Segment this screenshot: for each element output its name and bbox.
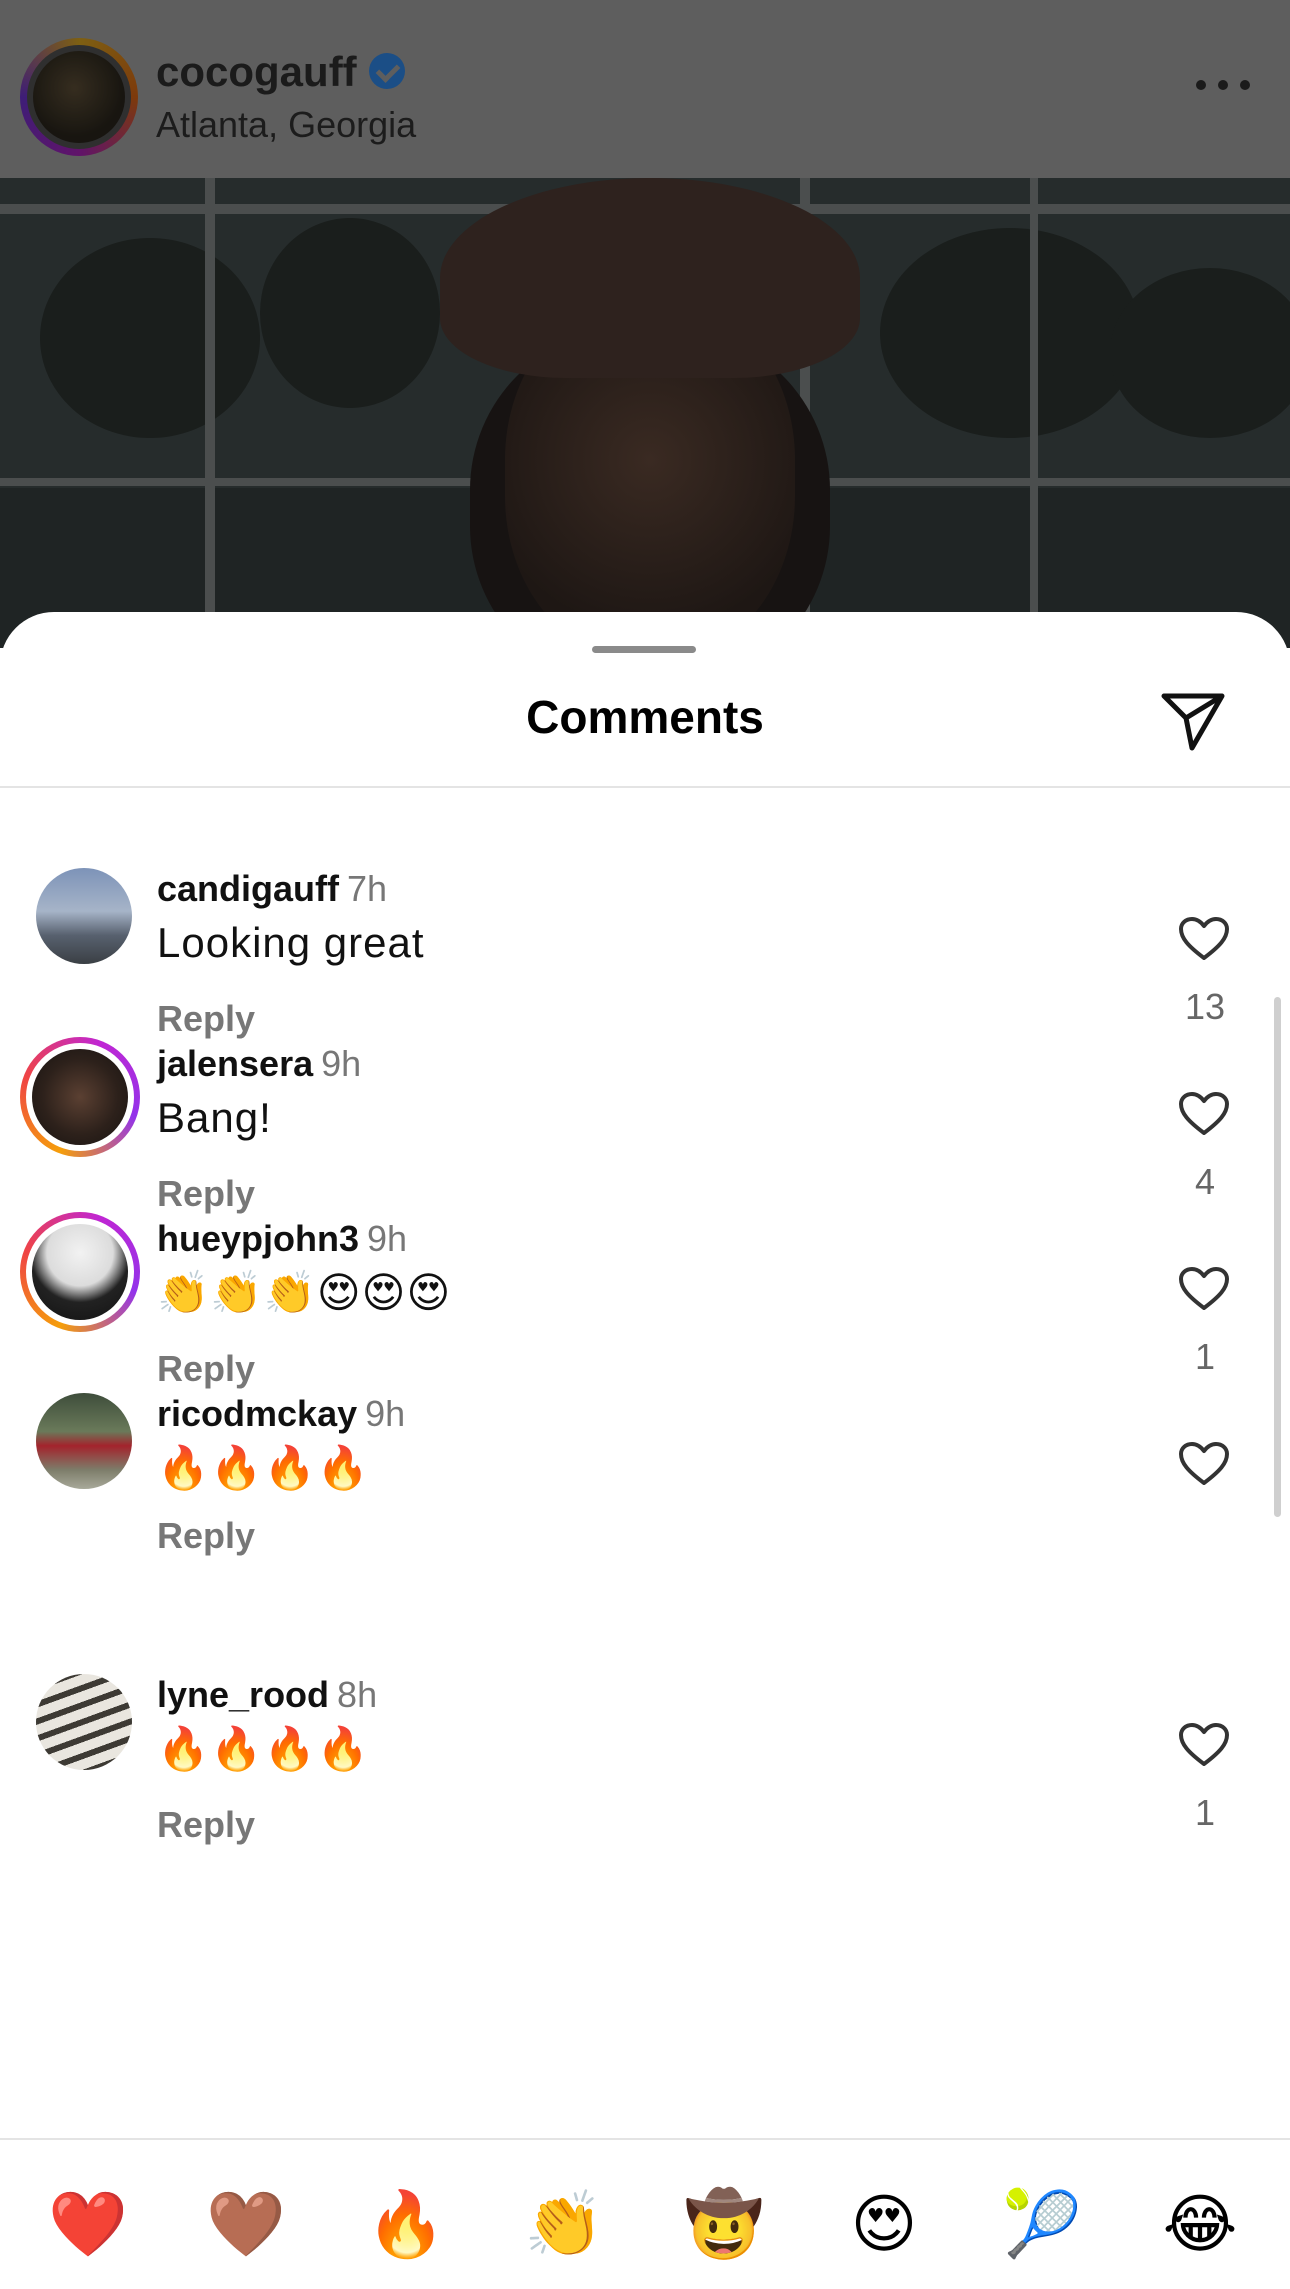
avatar[interactable] [20,1037,140,1157]
like-count: 1 [1194,1792,1216,1833]
comment-username[interactable]: ricodmckay 9h [157,1393,405,1435]
comment-timestamp: 7h [347,868,388,909]
sheet-title: Comments [526,691,764,743]
heart-icon[interactable] [1178,916,1230,962]
post-author-username[interactable]: cocogauff [156,48,405,96]
reply-button[interactable]: Reply [157,1804,255,1846]
comment-item: lyne_rood 8h 🔥🔥🔥🔥 Reply 1 [0,1674,1290,1914]
post-author-username-text[interactable]: cocogauff [156,48,357,95]
emoji-heart-eyes-button[interactable]: 😍 [844,2184,924,2264]
sheet-drag-handle[interactable] [592,646,696,653]
heart-icon[interactable] [1178,1091,1230,1137]
comment-text: Bang! [157,1094,272,1141]
comment-username[interactable]: candigauff 7h [157,868,387,910]
post-header: cocogauff Atlanta, Georgia [0,0,1290,178]
quick-emoji-bar: ❤️ 🤎 🔥 👏 🤠 😍 🎾 😂 [0,2138,1290,2289]
comment-item: ricodmckay 9h 🔥🔥🔥🔥 Reply [0,1393,1290,1633]
heart-icon[interactable] [1178,1266,1230,1312]
comment-username-text[interactable]: lyne_rood [157,1674,329,1715]
comments-sheet: Comments candigauff 7h Looking great Repl… [0,612,1290,2287]
avatar[interactable] [36,1674,132,1770]
emoji-brown-heart-button[interactable]: 🤎 [206,2184,286,2264]
emoji-red-heart-button[interactable]: ❤️ [48,2184,128,2264]
comment-username-text[interactable]: ricodmckay [157,1393,357,1434]
like-count: 13 [1184,986,1226,1027]
heart-icon[interactable] [1178,1722,1230,1768]
reply-button[interactable]: Reply [157,1515,255,1557]
send-icon[interactable] [1160,690,1226,752]
post-image [0,178,1290,648]
comment-username[interactable]: hueypjohn3 9h [157,1218,407,1260]
post-location[interactable]: Atlanta, Georgia [156,104,416,146]
emoji-clap-button[interactable]: 👏 [524,2184,604,2264]
emoji-fire-button[interactable]: 🔥 [366,2184,446,2264]
comment-timestamp: 8h [337,1674,378,1715]
comment-text: Looking great [157,919,425,966]
comment-username-text[interactable]: candigauff [157,868,339,909]
heart-icon[interactable] [1178,1441,1230,1487]
more-horizontal-icon[interactable] [1196,78,1250,92]
reply-button[interactable]: Reply [157,1173,255,1215]
comment-timestamp: 9h [367,1218,408,1259]
post-author-avatar[interactable] [20,38,138,156]
emoji-cowboy-button[interactable]: 🤠 [684,2184,764,2264]
avatar[interactable] [36,868,132,964]
emoji-joy-button[interactable]: 😂 [1160,2184,1240,2264]
comment-username[interactable]: lyne_rood 8h [157,1674,377,1716]
like-count: 1 [1194,1336,1216,1377]
comment-text: 🔥🔥🔥🔥 [157,1444,371,1491]
comment-text: 🔥🔥🔥🔥 [157,1725,371,1772]
like-count: 4 [1194,1161,1216,1202]
reply-button[interactable]: Reply [157,1348,255,1390]
reply-button[interactable]: Reply [157,998,255,1040]
comment-timestamp: 9h [321,1043,362,1084]
avatar[interactable] [20,1212,140,1332]
comment-timestamp: 9h [365,1393,406,1434]
comment-username-text[interactable]: jalensera [157,1043,313,1084]
header-divider [0,786,1290,788]
avatar[interactable] [36,1393,132,1489]
verified-badge-icon [368,52,405,89]
emoji-tennis-ball-button[interactable]: 🎾 [1002,2184,1082,2264]
comment-username-text[interactable]: hueypjohn3 [157,1218,359,1259]
comment-text: 👏👏👏😍😍😍 [157,1269,452,1316]
comment-username[interactable]: jalensera 9h [157,1043,361,1085]
